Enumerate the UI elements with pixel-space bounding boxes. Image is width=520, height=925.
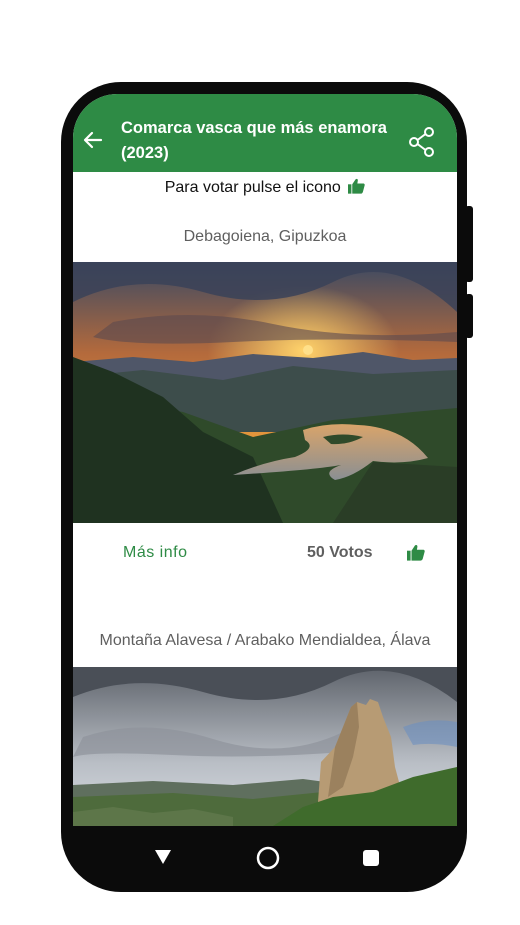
- arrow-left-icon: [83, 131, 103, 149]
- back-button[interactable]: [81, 128, 105, 152]
- nav-recents-button[interactable]: [363, 850, 379, 871]
- more-info-link[interactable]: Más info: [123, 544, 187, 562]
- vote-hint: Para votar pulse el icono: [73, 178, 457, 199]
- vote-hint-text: Para votar pulse el icono: [164, 179, 341, 196]
- circle-home-icon: [256, 846, 280, 870]
- nav-home-button[interactable]: [256, 846, 280, 875]
- card-actions: Más info 50 Votos: [73, 540, 457, 570]
- thumbs-up-icon: [407, 544, 425, 561]
- vote-count: 50 Votos: [307, 544, 373, 561]
- card-location: Debagoiena, Gipuzkoa: [183, 228, 347, 245]
- landscape-photo-debagoiena[interactable]: [73, 262, 457, 523]
- nav-back-button[interactable]: [155, 850, 171, 869]
- share-button[interactable]: [408, 127, 436, 157]
- app-screen: Comarca vasca que más enamora (2023) Par…: [73, 94, 457, 826]
- landscape-photo-montana-alavesa[interactable]: [73, 667, 457, 826]
- page-title: Comarca vasca que más enamora (2023): [121, 119, 387, 162]
- system-navigation-bar: [73, 826, 457, 892]
- volume-button: [465, 206, 473, 282]
- card-location: Montaña Alavesa / Arabako Mendialdea, Ál…: [99, 632, 431, 649]
- power-button: [465, 294, 473, 338]
- thumbs-up-icon: [348, 178, 366, 199]
- vote-button[interactable]: [407, 544, 427, 564]
- triangle-back-icon: [155, 850, 171, 864]
- app-bar: Comarca vasca que más enamora (2023): [73, 94, 457, 172]
- share-icon: [409, 127, 434, 157]
- square-recents-icon: [363, 850, 379, 866]
